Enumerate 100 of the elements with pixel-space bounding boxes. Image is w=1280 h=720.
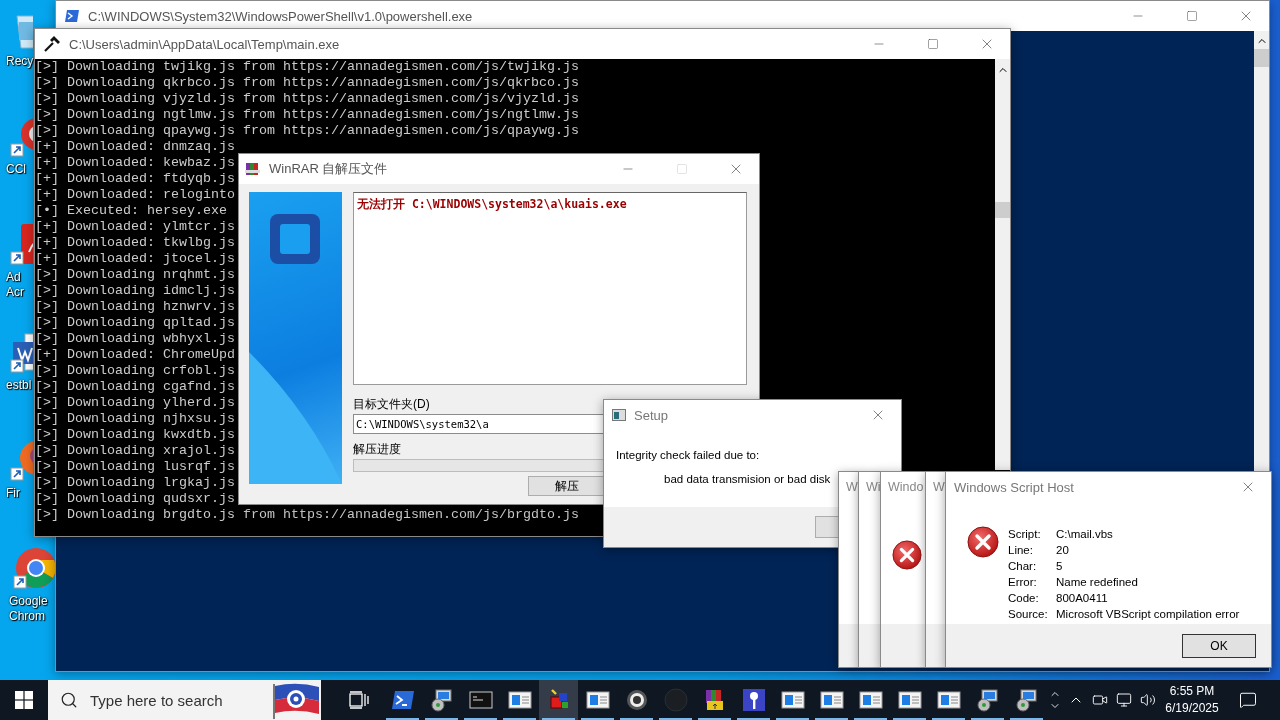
- camera-icon: [1092, 692, 1108, 708]
- ok-button[interactable]: OK: [1182, 633, 1256, 658]
- field-label: 解压进度: [353, 442, 401, 456]
- console-line: [>] Downloading wbhyxl.js: [35, 331, 235, 347]
- books-icon: [245, 161, 261, 177]
- detail-value: 5: [1056, 560, 1064, 574]
- detail-label: Code:: [1008, 592, 1040, 606]
- terminal-icon: [390, 688, 415, 712]
- console-line: [+] Downloaded: ChromeUpd: [35, 347, 235, 363]
- console-line: [>] Downloading idmclj.js: [35, 283, 235, 299]
- extract-button[interactable]: 解压: [528, 476, 604, 496]
- maximize-icon: [1186, 10, 1198, 22]
- console-line: [>] Downloading cgafnd.js: [35, 379, 235, 395]
- desktop-icon-label: Google: [9, 594, 48, 609]
- search-box[interactable]: Type here to search: [48, 680, 321, 720]
- desktop-icon-label: Fir: [6, 486, 20, 501]
- console-line: [>] Downloading nrqhmt.js: [35, 267, 235, 283]
- detail-value: Microsoft VBScript compilation error: [1056, 608, 1240, 622]
- taskbar-app-button[interactable]: [539, 680, 578, 720]
- window-icon: [936, 688, 961, 712]
- desktop-icon-label: estbl: [6, 378, 32, 393]
- console-line: [+] Downloaded: tkwlbg.js: [35, 235, 235, 251]
- window-icon: [585, 688, 610, 712]
- console-line: [>] Downloading ngtlmw.js from https://annadegismen.com/js/ngtlmw.js: [35, 107, 579, 123]
- console-line: [>] Downloading ylherd.js: [35, 395, 235, 411]
- console-line: [>] Downloading lrgkaj.js: [35, 475, 235, 491]
- clock-time[interactable]: 6:55 PM: [1169, 683, 1215, 700]
- window-icon: [819, 688, 844, 712]
- console-line: [>] Downloading qkrbco.js from https://annadegismen.com/js/qkrbco.js: [35, 75, 579, 91]
- maximize-icon: [927, 38, 939, 50]
- scrollbar[interactable]: [1254, 31, 1269, 471]
- clock-date[interactable]: 6/19/2025: [1165, 700, 1219, 717]
- notification-icon: [1239, 691, 1257, 709]
- console-line: [>] Downloading qpaywg.js from https://annadegismen.com/js/qpaywg.js: [35, 123, 579, 139]
- detail-value: Name redefined: [1056, 576, 1139, 590]
- window-title: Setup: [634, 407, 669, 423]
- maximize-icon: [676, 163, 688, 175]
- desktop-icon-label: Chrom: [9, 609, 46, 624]
- console-line: [>] Downloading brgdto.js from https://annadegismen.com/js/brgdto.js: [35, 507, 579, 523]
- console-line: [>] Downloading hznwrv.js: [35, 299, 235, 315]
- window-title: Windo: [888, 480, 925, 494]
- detail-label: Char:: [1008, 560, 1038, 574]
- detail-value: C:\mail.vbs: [1056, 528, 1114, 542]
- detail-value: 20: [1056, 544, 1070, 558]
- detail-value: 800A0411: [1056, 592, 1109, 606]
- window-icon: [612, 409, 626, 421]
- detail-label: Line:: [1008, 544, 1034, 558]
- terminal-icon: [64, 8, 80, 24]
- search-field[interactable]: Type here to search: [88, 690, 261, 710]
- console-line: [>] Downloading qpltad.js: [35, 315, 235, 331]
- scrollbar-thumb[interactable]: [995, 202, 1010, 218]
- message-text: 无法打开 C:\WINDOWS\system32\a\kuais.exe: [353, 192, 747, 385]
- flag-icon: [271, 681, 321, 719]
- desktop-icon-label: Acr: [6, 285, 24, 300]
- console-window-icon: [468, 688, 493, 712]
- window-title: W: [846, 480, 858, 494]
- desktop-icon-label: Recy: [6, 54, 34, 69]
- window-title: W: [933, 480, 945, 494]
- computer-disc-icon: [975, 688, 1000, 712]
- window-title: Wi: [866, 480, 880, 494]
- dialog-text: Integrity check failed due to:: [616, 449, 760, 461]
- folder-input[interactable]: C:\WINDOWS\system32\a: [353, 414, 603, 434]
- detail-label: Script:: [1008, 528, 1042, 542]
- console-line: [•] Executed: hersey.exe: [35, 203, 227, 219]
- key-icon: [741, 688, 766, 712]
- computer-disc-icon: [429, 688, 454, 712]
- console-line: [>] Downloading twjikg.js from https://annadegismen.com/js/twjikg.js: [35, 59, 579, 75]
- console-line: [>] Downloading njhxsu.js: [35, 411, 235, 427]
- pdf-icon[interactable]: [9, 222, 33, 266]
- square-logo-icon: [270, 214, 320, 264]
- console-line: [+] Downloaded: jtocel.js: [35, 251, 235, 267]
- detail-label: Error:: [1008, 576, 1038, 590]
- console-line: [+] Downloaded: kewbaz.js: [35, 155, 235, 171]
- console-line: [>] Downloading qudsxr.js: [35, 491, 235, 507]
- dialog-footer: [839, 624, 858, 667]
- search-icon: [60, 691, 78, 709]
- window-title: C:\WINDOWS\System32\WindowsPowerShell\v1.0\powershell.exe: [88, 8, 474, 24]
- console-line: [>] Downloading crfobl.js: [35, 363, 235, 379]
- volume-icon: [1140, 692, 1156, 708]
- console-line: [>] Downloading vjyzld.js from https://annadegismen.com/js/vjyzld.js: [35, 91, 579, 107]
- window-icon: [858, 688, 883, 712]
- desktop-icon-label: CCl: [6, 162, 26, 177]
- desktop-icon-label: Ad: [6, 270, 22, 285]
- console-line: [+] Downloaded: reloginto: [35, 187, 235, 203]
- scrollbar-thumb[interactable]: [1254, 49, 1269, 67]
- windows-logo-icon: [15, 691, 33, 709]
- error-icon: [967, 526, 999, 558]
- circle-icon: [663, 688, 688, 712]
- console-line: [>] Downloading kwxdtb.js: [35, 427, 235, 443]
- console-line: [+] Downloaded: ftdyqb.js: [35, 171, 235, 187]
- chrome-icon[interactable]: [12, 546, 56, 590]
- console-line: [+] Downloaded: dnmzaq.js: [35, 139, 235, 155]
- scrollbar[interactable]: [995, 59, 1010, 470]
- disc-icon: [624, 688, 649, 712]
- window-title: C:\Users\admin\AppData\Local\Temp\main.exe: [69, 36, 341, 52]
- hammer-icon: [43, 35, 61, 53]
- window-icon: [780, 688, 805, 712]
- window-icon: [897, 688, 922, 712]
- dialog-text: bad data transmision or bad disk: [664, 473, 831, 485]
- network-icon: [1116, 692, 1132, 708]
